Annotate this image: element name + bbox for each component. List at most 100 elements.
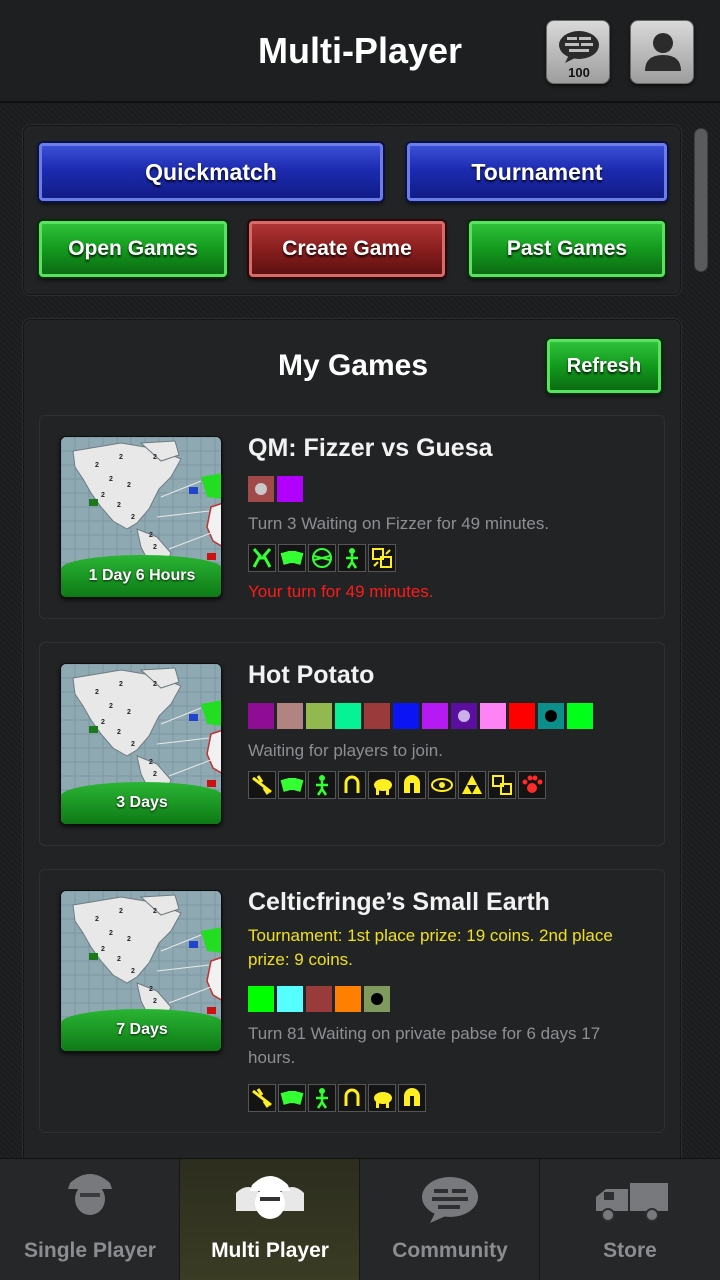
turn-alert: Your turn for 49 minutes. xyxy=(248,582,434,601)
tournament-button[interactable]: Tournament xyxy=(407,143,667,201)
game-title: QM: Fizzer vs Guesa xyxy=(248,434,493,462)
message-count: 100 xyxy=(568,65,590,80)
nav-community[interactable]: Community xyxy=(360,1159,540,1280)
game-settings-icons xyxy=(248,1084,426,1112)
soldier-icon xyxy=(308,771,336,799)
actions-panel: Quickmatch Tournament Open Games Create … xyxy=(22,124,682,296)
reinforce-icon xyxy=(368,544,396,572)
player-color-swatch xyxy=(248,986,274,1012)
game-status: Turn 3 Waiting on Fizzer for 49 minutes. xyxy=(248,514,550,533)
messages-button[interactable]: 100 xyxy=(546,20,610,84)
player-color-swatch xyxy=(393,703,419,729)
player-color-swatch xyxy=(451,703,477,729)
player-colors xyxy=(248,986,390,1012)
nav-label: Store xyxy=(603,1239,657,1262)
player-color-swatch xyxy=(538,703,564,729)
game-card[interactable]: 222 222 222 2 3 Days Hot Potato Waiting … xyxy=(39,642,665,846)
svg-text:2: 2 xyxy=(127,709,131,716)
create-game-button[interactable]: Create Game xyxy=(249,221,445,277)
player-color-swatch xyxy=(335,986,361,1012)
map-thumbnail: 222 222 222 2 3 Days xyxy=(60,663,222,825)
soldier-icon xyxy=(308,1084,336,1112)
svg-text:2: 2 xyxy=(127,482,131,489)
player-color-swatch xyxy=(364,703,390,729)
svg-text:2: 2 xyxy=(95,462,99,469)
cards-icon xyxy=(278,771,306,799)
player-color-swatch xyxy=(277,703,303,729)
svg-text:2: 2 xyxy=(101,719,105,726)
svg-text:2: 2 xyxy=(149,532,153,539)
past-games-button[interactable]: Past Games xyxy=(469,221,665,277)
paw-icon xyxy=(518,771,546,799)
fog-icon xyxy=(308,544,336,572)
helmet-icon xyxy=(398,1084,426,1112)
player-color-swatch xyxy=(509,703,535,729)
player-color-swatch xyxy=(422,703,448,729)
soldier-icon xyxy=(338,544,366,572)
helmet-icon xyxy=(398,771,426,799)
game-settings-icons xyxy=(248,771,546,799)
horseshoe-icon xyxy=(338,771,366,799)
svg-text:2: 2 xyxy=(153,908,157,915)
refresh-button[interactable]: Refresh xyxy=(547,339,661,393)
game-status: Waiting for players to join. xyxy=(248,741,443,760)
nav-multi-player[interactable]: Multi Player xyxy=(180,1159,360,1280)
open-games-button[interactable]: Open Games xyxy=(39,221,227,277)
truck-icon xyxy=(596,1183,668,1222)
svg-text:2: 2 xyxy=(153,998,157,1005)
svg-text:2: 2 xyxy=(95,916,99,923)
svg-text:2: 2 xyxy=(153,681,157,688)
game-card[interactable]: 222 222 222 2 1 Day 6 Hours QM: Fizzer v… xyxy=(39,415,665,619)
bottom-nav: Single Player Multi Player Community Sto… xyxy=(0,1158,720,1280)
game-settings-icons xyxy=(248,544,396,572)
svg-text:2: 2 xyxy=(131,968,135,975)
svg-text:2: 2 xyxy=(109,930,113,937)
buffalo-icon xyxy=(368,771,396,799)
my-games-panel: My Games Refresh 222 222 222 2 1 Day 6 H… xyxy=(22,318,682,1168)
user-icon xyxy=(645,33,681,71)
scrollbar-thumb[interactable] xyxy=(694,128,708,272)
chat-bubble-icon xyxy=(422,1177,478,1223)
game-title: Hot Potato xyxy=(248,661,375,689)
player-color-swatch xyxy=(277,476,303,502)
player-colors xyxy=(248,476,303,502)
player-color-swatch xyxy=(248,703,274,729)
svg-text:2: 2 xyxy=(117,956,121,963)
eye-icon xyxy=(428,771,456,799)
svg-text:2: 2 xyxy=(109,476,113,483)
svg-text:2: 2 xyxy=(117,729,121,736)
airlift-icon xyxy=(248,771,276,799)
tournament-prize: Tournament: 1st place prize: 19 coins. 2… xyxy=(248,926,613,969)
nav-single-player[interactable]: Single Player xyxy=(0,1159,180,1280)
game-card[interactable]: 222 222 222 2 7 Days Celticfringe’s Smal… xyxy=(39,869,665,1133)
nav-store[interactable]: Store xyxy=(540,1159,720,1280)
map-thumbnail: 222 222 222 2 1 Day 6 Hours xyxy=(60,436,222,598)
player-color-swatch xyxy=(248,476,274,502)
cards-icon xyxy=(278,1084,306,1112)
time-left-badge: 3 Days xyxy=(61,782,221,824)
svg-text:2: 2 xyxy=(153,544,157,551)
profile-button[interactable] xyxy=(630,20,694,84)
nav-label: Community xyxy=(392,1239,508,1262)
game-status: Turn 81 Waiting on private pabse for 6 d… xyxy=(248,1024,601,1067)
player-colors xyxy=(248,703,593,729)
svg-text:2: 2 xyxy=(119,908,123,915)
scrollbar[interactable] xyxy=(694,128,708,1138)
svg-text:2: 2 xyxy=(131,514,135,521)
svg-text:2: 2 xyxy=(101,946,105,953)
buffalo-icon xyxy=(368,1084,396,1112)
player-color-swatch xyxy=(306,986,332,1012)
airlift-icon xyxy=(248,1084,276,1112)
page-title: Multi-Player xyxy=(257,30,463,71)
svg-text:2: 2 xyxy=(109,703,113,710)
time-left-badge: 1 Day 6 Hours xyxy=(61,555,221,597)
quickmatch-button[interactable]: Quickmatch xyxy=(39,143,383,201)
svg-text:2: 2 xyxy=(117,502,121,509)
header: Multi-Player 100 xyxy=(0,0,720,103)
time-left-badge: 7 Days xyxy=(61,1009,221,1051)
svg-text:2: 2 xyxy=(149,986,153,993)
svg-text:2: 2 xyxy=(127,936,131,943)
player-color-swatch xyxy=(567,703,593,729)
svg-text:2: 2 xyxy=(153,771,157,778)
cards-icon xyxy=(278,544,306,572)
